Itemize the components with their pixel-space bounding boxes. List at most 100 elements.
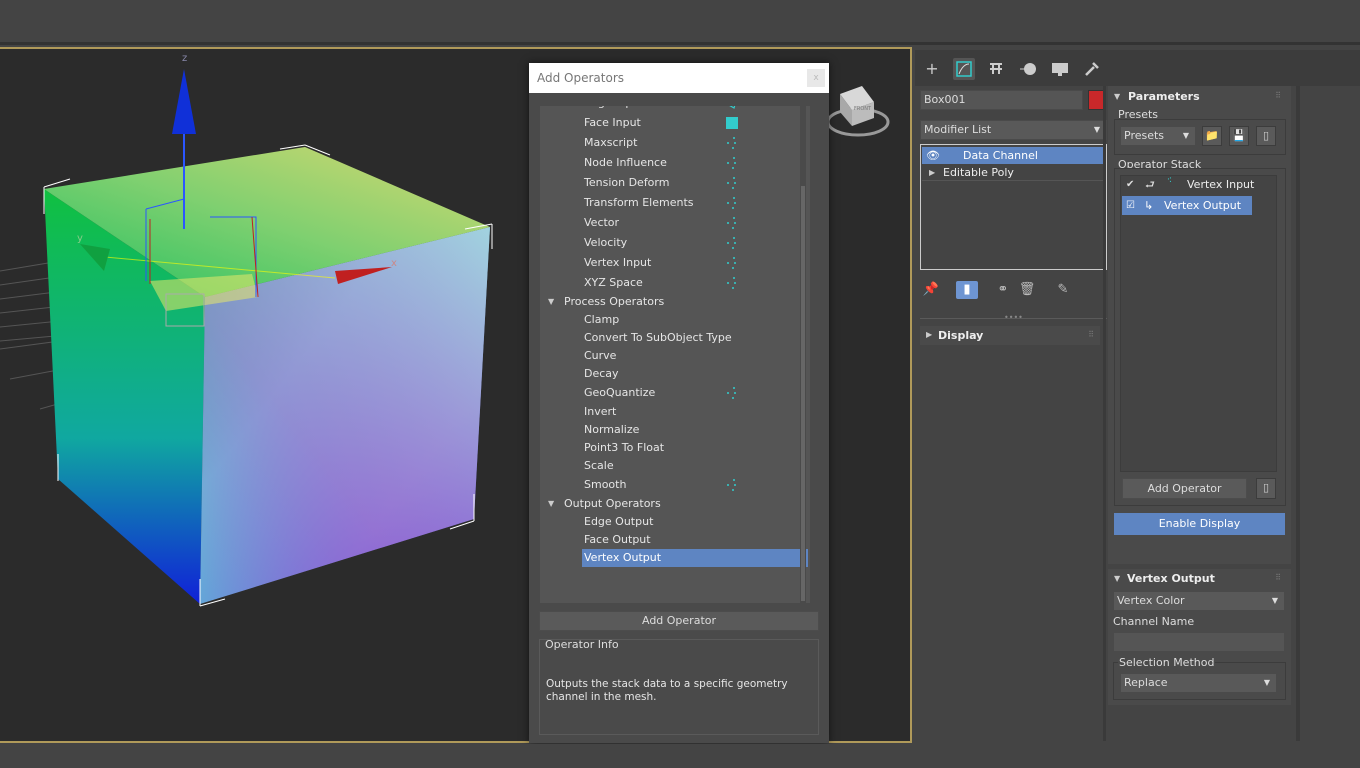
load-preset-icon[interactable]: 📁 (1202, 126, 1222, 146)
operator-list-item[interactable]: Node Influence (540, 154, 810, 172)
operator-label: Vertex Input (584, 256, 652, 269)
presets-dropdown[interactable]: Presets ▼ (1120, 126, 1196, 146)
display-rollout[interactable]: ▶ Display ⠿ (920, 326, 1100, 345)
enable-display-button[interactable]: Enable Display (1114, 513, 1285, 535)
vertex-dots-icon (725, 256, 739, 270)
modifier-stack: 👁 Data Channel ▶ Editable Poly (920, 144, 1107, 270)
operator-stack-list[interactable]: ✔ ⮐ ·: Vertex Input ☑ ↳ Vertex Output (1120, 175, 1277, 472)
collapse-arrow-icon[interactable]: ▼ (1114, 574, 1120, 583)
collapse-arrow-icon[interactable]: ▼ (548, 495, 554, 513)
operator-list-item[interactable]: Vertex Input (540, 254, 810, 272)
scrollbar-thumb[interactable] (801, 186, 805, 601)
operator-list-item[interactable]: Scale (540, 457, 810, 475)
configure-modifier-sets-icon[interactable]: ✎ (1054, 281, 1072, 299)
edge-triangle-icon (725, 106, 739, 110)
operator-list-item[interactable]: Vertex Output (582, 549, 808, 567)
close-button[interactable]: x (807, 69, 825, 87)
operator-list-item[interactable]: Invert (540, 403, 810, 421)
operator-list-item[interactable]: Edge Output (540, 513, 810, 531)
operator-item-vertex-input[interactable]: ✔ ⮐ ·: Vertex Input (1121, 176, 1276, 194)
add-operator-panel-button[interactable]: Add Operator (1122, 478, 1247, 499)
grip-icon: ⠿ (1275, 573, 1281, 582)
operator-list-item[interactable]: Normalize (540, 421, 810, 439)
viewcube[interactable]: FRONT (826, 80, 896, 142)
chevron-down-icon: ▼ (1093, 125, 1100, 134)
create-tab-icon[interactable]: + (921, 58, 943, 80)
operator-list-item[interactable]: GeoQuantize (540, 384, 810, 402)
operator-info-box: Operator Info Outputs the stack data to … (539, 638, 819, 735)
vertex-dots-icon: ·: (1167, 175, 1172, 185)
pin-stack-icon[interactable]: 📌 (922, 281, 940, 299)
eye-icon[interactable]: 👁 (926, 147, 940, 164)
modifier-list-label: Modifier List (924, 123, 992, 136)
operator-list-item[interactable]: Face Output (540, 531, 810, 549)
input-arrow-icon: ⮐ (1145, 178, 1155, 191)
operator-list-item[interactable]: XYZ Space (540, 274, 810, 292)
checkbox-icon[interactable]: ✔ (1126, 176, 1134, 194)
chevron-down-icon: ▼ (1182, 131, 1189, 140)
selection-method-label: Selection Method (1118, 656, 1216, 669)
delete-operator-icon[interactable]: ▯ (1256, 478, 1276, 499)
channel-name-field[interactable] (1113, 632, 1285, 652)
operator-list-item[interactable]: Velocity (540, 234, 810, 252)
channel-type-dropdown[interactable]: Vertex Color ▼ (1113, 591, 1285, 611)
save-preset-icon[interactable]: 💾 (1229, 126, 1249, 146)
motion-tab-icon[interactable] (1017, 58, 1039, 80)
show-end-result-icon[interactable]: ▮ (956, 281, 978, 299)
operator-label: Scale (584, 459, 614, 472)
checkbox-icon[interactable]: ☑ (1126, 196, 1135, 215)
operator-list-item[interactable]: Maxscript (540, 134, 810, 152)
delete-preset-icon[interactable]: ▯ (1256, 126, 1276, 146)
make-unique-icon[interactable]: ⚭ (994, 281, 1012, 299)
operator-list-item[interactable]: Transform Elements (540, 194, 810, 212)
add-operator-button[interactable]: Add Operator (539, 611, 819, 631)
panel-splitter[interactable] (1103, 86, 1106, 741)
operator-info-title: Operator Info (545, 638, 619, 651)
channel-type-value: Vertex Color (1117, 594, 1185, 607)
operator-category[interactable]: ▼ Output Operators (540, 495, 810, 513)
chevron-down-icon: ▼ (1263, 678, 1270, 687)
operator-list[interactable]: DistortEdge InputFace InputMaxscriptNode… (540, 106, 810, 603)
resize-grip-icon[interactable]: •••• (1004, 313, 1023, 322)
operator-list-item[interactable]: Convert To SubObject Type (540, 329, 810, 347)
axis-x-label: x (391, 258, 397, 269)
operator-list-scrollbar[interactable] (800, 106, 806, 603)
operator-list-item[interactable]: Vector (540, 214, 810, 232)
object-name-field[interactable]: Box001 (920, 90, 1083, 110)
stack-item-data-channel[interactable]: 👁 Data Channel (922, 147, 1105, 164)
grip-icon: ⠿ (1275, 91, 1281, 100)
vertex-dots-icon (725, 156, 739, 170)
utilities-tab-icon[interactable] (1081, 58, 1103, 80)
operator-list-item[interactable]: Tension Deform (540, 174, 810, 192)
operator-label: Normalize (584, 423, 640, 436)
operator-label: Transform Elements (584, 196, 694, 209)
modifier-list-dropdown[interactable]: Modifier List ▼ (920, 120, 1107, 140)
operator-category[interactable]: ▼ Process Operators (540, 293, 810, 311)
operator-label: Edge Output (584, 515, 654, 528)
operator-list-item[interactable]: Decay (540, 365, 810, 383)
operator-list-item[interactable]: Smooth (540, 476, 810, 494)
hierarchy-tab-icon[interactable] (985, 58, 1007, 80)
collapse-arrow-icon[interactable]: ▼ (1114, 92, 1120, 101)
panel-scrollbar[interactable] (1296, 86, 1300, 741)
stack-item-label: Editable Poly (943, 166, 1014, 179)
modify-tab-icon[interactable] (953, 58, 975, 80)
operator-list-item[interactable]: Point3 To Float (540, 439, 810, 457)
selection-method-dropdown[interactable]: Replace ▼ (1120, 673, 1277, 693)
axis-z-label: z (182, 53, 187, 64)
operator-list-item[interactable]: Curve (540, 347, 810, 365)
display-tab-icon[interactable] (1049, 58, 1071, 80)
output-arrow-icon: ↳ (1144, 199, 1154, 212)
expand-arrow-icon[interactable]: ▶ (929, 164, 935, 181)
face-square-icon (725, 116, 739, 130)
operator-label: Tension Deform (584, 176, 670, 189)
operator-item-vertex-output[interactable]: ☑ ↳ Vertex Output (1122, 196, 1252, 215)
operator-list-item[interactable]: Face Input (540, 114, 810, 132)
operator-list-item[interactable]: Clamp (540, 311, 810, 329)
operator-list-item[interactable]: Edge Input (540, 106, 810, 112)
operator-label: Convert To SubObject Type (584, 331, 732, 344)
collapse-arrow-icon[interactable]: ▼ (548, 293, 554, 311)
remove-modifier-icon[interactable]: 🗑 (1018, 281, 1036, 299)
stack-item-editable-poly[interactable]: ▶ Editable Poly (922, 164, 1105, 181)
operator-label: Face Input (584, 116, 641, 129)
